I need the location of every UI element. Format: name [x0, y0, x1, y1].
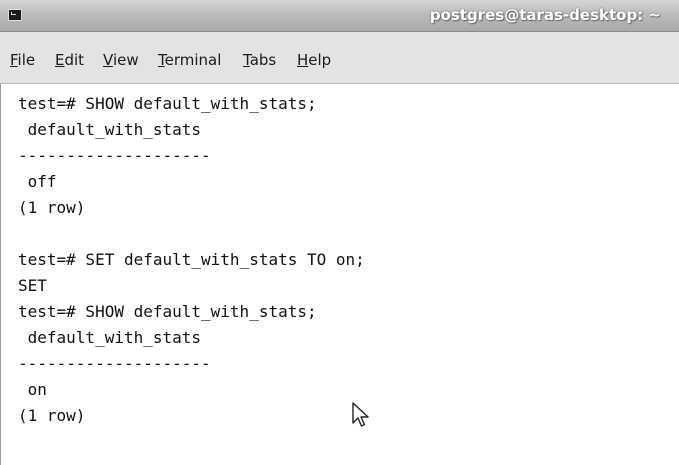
title-bar[interactable]: postgres@taras-desktop: ~	[0, 0, 679, 32]
menu-terminal[interactable]: Terminal	[158, 51, 221, 69]
terminal-line: on	[18, 380, 47, 399]
menu-help-label: elp	[308, 51, 332, 69]
terminal-line: --------------------	[18, 354, 211, 373]
terminal-line: test=# SET default_with_stats TO on;	[18, 250, 365, 269]
menu-file[interactable]: File	[10, 51, 35, 69]
terminal-output[interactable]: test=# SHOW default_with_stats; default_…	[10, 84, 679, 465]
terminal-line: --------------------	[18, 146, 211, 165]
terminal-line: (1 row)	[18, 198, 86, 217]
menu-tabs-mnemonic: T	[243, 51, 250, 69]
terminal-line: default_with_stats	[18, 328, 202, 347]
mouse-pointer-icon	[352, 402, 369, 427]
menu-edit-label: dit	[64, 51, 85, 69]
terminal-app-icon[interactable]	[8, 9, 22, 21]
menu-file-mnemonic: F	[10, 51, 18, 69]
menu-file-label: ile	[17, 51, 36, 69]
terminal-left-border	[0, 84, 10, 465]
menu-help-mnemonic: H	[297, 51, 309, 69]
terminal-line: test=# SHOW default_with_stats;	[18, 302, 317, 321]
menu-bar: File Edit View Terminal Tabs Help	[0, 32, 679, 84]
menu-view-mnemonic: V	[103, 51, 113, 69]
terminal-line: SET	[18, 276, 47, 295]
menu-tabs-label: abs	[249, 51, 277, 69]
menu-view[interactable]: View	[103, 51, 139, 69]
menu-tabs[interactable]: Tabs	[243, 51, 276, 69]
menu-terminal-label: erminal	[164, 51, 222, 69]
terminal-line: default_with_stats	[18, 120, 202, 139]
terminal-line: (1 row)	[18, 406, 86, 425]
menu-help[interactable]: Help	[297, 51, 331, 69]
terminal-window: postgres@taras-desktop: ~ File Edit View…	[0, 0, 679, 465]
terminal-line: test=# SHOW default_with_stats;	[18, 94, 317, 113]
terminal-line: off	[18, 172, 57, 191]
menu-terminal-mnemonic: T	[158, 51, 165, 69]
menu-view-label: iew	[112, 51, 139, 69]
menu-edit[interactable]: Edit	[55, 51, 84, 69]
window-title: postgres@taras-desktop: ~	[429, 6, 661, 24]
